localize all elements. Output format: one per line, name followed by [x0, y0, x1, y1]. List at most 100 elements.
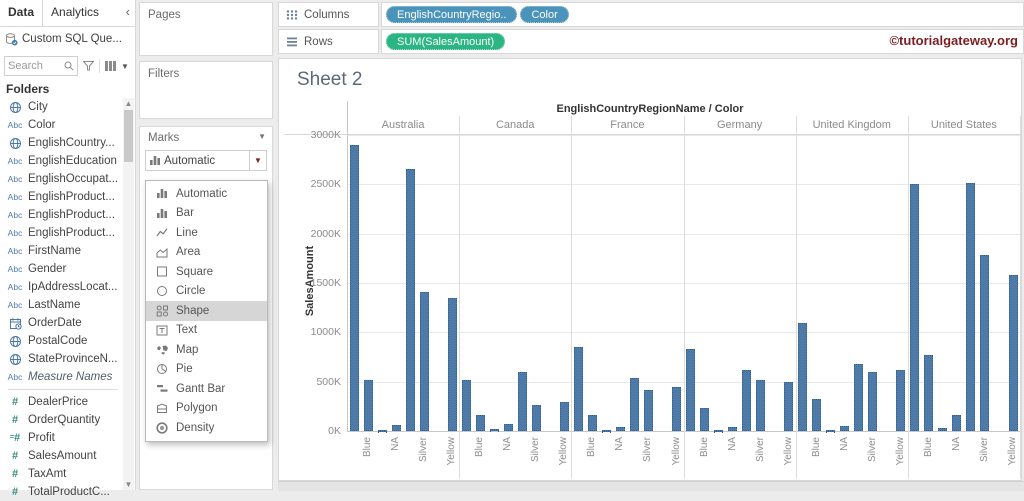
bar-france-red[interactable]: [630, 378, 639, 431]
bar-australia-silver[interactable]: [420, 292, 429, 431]
field-item-firstname[interactable]: AbcFirstName: [0, 242, 122, 260]
field-item-englishcountry-[interactable]: EnglishCountry...: [0, 134, 122, 152]
collapse-pane-icon[interactable]: ‹: [126, 0, 135, 26]
pages-shelf[interactable]: Pages: [139, 2, 273, 56]
field-item-taxamt[interactable]: #TaxAmt: [0, 465, 122, 483]
menu-item-circle[interactable]: Circle: [146, 282, 267, 302]
country-header-australia[interactable]: Australia: [347, 119, 459, 131]
scrollbar-thumb[interactable]: [124, 110, 133, 162]
country-header-united-kingdom[interactable]: United Kingdom: [796, 119, 908, 131]
field-list-scrollbar[interactable]: ▲ ▼: [123, 98, 134, 490]
bar-australia-blue[interactable]: [364, 380, 373, 431]
bar-australia-na[interactable]: [392, 425, 401, 431]
field-item-salesamount[interactable]: #SalesAmount: [0, 447, 122, 465]
field-item-postalcode[interactable]: PostalCode: [0, 332, 122, 350]
bar-france-na[interactable]: [616, 427, 625, 431]
scroll-down-icon[interactable]: ▼: [123, 480, 134, 489]
bar-canada-red[interactable]: [518, 372, 527, 431]
rows-pill-sum-salesamount-[interactable]: SUM(SalesAmount): [386, 33, 505, 50]
marks-collapse-icon[interactable]: ▼: [258, 132, 266, 144]
scroll-up-icon[interactable]: ▲: [123, 99, 134, 108]
bar-france-black[interactable]: [574, 347, 583, 431]
field-item-city[interactable]: City: [0, 98, 122, 116]
bar-canada-na[interactable]: [504, 424, 513, 431]
field-item-orderquantity[interactable]: #OrderQuantity: [0, 411, 122, 429]
field-item-ipaddresslocat-[interactable]: AbcIpAddressLocat...: [0, 278, 122, 296]
field-item-color[interactable]: AbcColor: [0, 116, 122, 134]
field-item-stateprovincen-[interactable]: StateProvinceN...: [0, 350, 122, 368]
menu-item-area[interactable]: Area: [146, 243, 267, 263]
menu-item-square[interactable]: Square: [146, 262, 267, 282]
bar-france-multi[interactable]: [602, 430, 611, 432]
bar-australia-yellow[interactable]: [448, 298, 457, 431]
menu-item-bar[interactable]: Bar: [146, 204, 267, 224]
menu-item-shape[interactable]: Shape: [146, 301, 267, 321]
view-as-grid-icon[interactable]: [104, 60, 117, 72]
bar-germany-blue[interactable]: [700, 408, 709, 431]
bar-united-kingdom-na[interactable]: [840, 426, 849, 431]
bar-united-states-black[interactable]: [910, 184, 919, 431]
bar-australia-red[interactable]: [406, 169, 415, 432]
filter-funnel-icon[interactable]: [82, 60, 95, 72]
bar-united-kingdom-multi[interactable]: [826, 430, 835, 432]
bar-canada-blue[interactable]: [476, 415, 485, 431]
search-input[interactable]: Search: [4, 56, 78, 76]
field-item-englisheducation[interactable]: AbcEnglishEducation: [0, 152, 122, 170]
menu-item-line[interactable]: Line: [146, 223, 267, 243]
datasource-item[interactable]: Custom SQL Que...: [0, 28, 135, 50]
country-header-germany[interactable]: Germany: [684, 119, 796, 131]
country-header-canada[interactable]: Canada: [459, 119, 571, 131]
bar-canada-black[interactable]: [462, 380, 471, 431]
bar-united-states-silver[interactable]: [980, 255, 989, 431]
field-item-lastname[interactable]: AbcLastName: [0, 296, 122, 314]
menu-item-pie[interactable]: Pie: [146, 360, 267, 380]
field-item-profit[interactable]: =#Profit: [0, 429, 122, 447]
bar-germany-silver[interactable]: [756, 380, 765, 431]
field-item-englishproduct-[interactable]: AbcEnglishProduct...: [0, 206, 122, 224]
field-item-englishoccupat-[interactable]: AbcEnglishOccupat...: [0, 170, 122, 188]
bar-australia-multi[interactable]: [378, 430, 387, 432]
field-item-englishproduct-[interactable]: AbcEnglishProduct...: [0, 224, 122, 242]
bar-germany-red[interactable]: [742, 370, 751, 431]
country-header-france[interactable]: France: [571, 119, 683, 131]
columns-shelf[interactable]: EnglishCountryRegio..Color: [381, 2, 1024, 27]
menu-item-density[interactable]: Density: [146, 418, 267, 438]
bar-france-silver[interactable]: [644, 390, 653, 431]
bar-germany-na[interactable]: [728, 427, 737, 431]
bar-united-kingdom-blue[interactable]: [812, 399, 821, 431]
filters-shelf[interactable]: Filters: [139, 61, 273, 119]
bar-canada-silver[interactable]: [532, 405, 541, 431]
bar-germany-multi[interactable]: [714, 430, 723, 432]
bar-united-states-multi[interactable]: [938, 428, 947, 431]
bar-united-kingdom-black[interactable]: [798, 323, 807, 431]
bar-australia-black[interactable]: [350, 145, 359, 431]
bar-germany-black[interactable]: [686, 349, 695, 431]
bar-germany-yellow[interactable]: [784, 382, 793, 431]
bar-canada-multi[interactable]: [490, 429, 499, 432]
tab-analytics[interactable]: Analytics: [43, 0, 107, 26]
bar-united-states-blue[interactable]: [924, 355, 933, 431]
field-item-englishproduct-[interactable]: AbcEnglishProduct...: [0, 188, 122, 206]
field-item-totalproductc-[interactable]: #TotalProductC...: [0, 483, 122, 501]
bar-united-kingdom-yellow[interactable]: [896, 370, 905, 431]
bar-united-kingdom-red[interactable]: [854, 364, 863, 431]
field-item-dealerprice[interactable]: #DealerPrice: [0, 393, 122, 411]
menu-item-text[interactable]: Text: [146, 321, 267, 341]
bar-france-blue[interactable]: [588, 415, 597, 431]
menu-item-polygon[interactable]: Polygon: [146, 399, 267, 419]
field-item-gender[interactable]: AbcGender: [0, 260, 122, 278]
bar-united-kingdom-silver[interactable]: [868, 372, 877, 431]
menu-item-gantt-bar[interactable]: Gantt Bar: [146, 379, 267, 399]
columns-pill-color[interactable]: Color: [520, 6, 568, 23]
columns-pill-englishcountryregio-[interactable]: EnglishCountryRegio..: [386, 6, 517, 23]
country-header-united-states[interactable]: United States: [908, 119, 1020, 131]
bar-canada-yellow[interactable]: [560, 402, 569, 431]
dropdown-arrow-icon[interactable]: ▼: [249, 151, 266, 170]
view-as-caret-icon[interactable]: ▼: [121, 62, 129, 71]
mark-type-dropdown[interactable]: Automatic ▼: [145, 150, 267, 171]
bar-united-states-na[interactable]: [952, 415, 961, 431]
menu-item-automatic[interactable]: Automatic: [146, 184, 267, 204]
field-item-measure-names[interactable]: AbcMeasure Names: [0, 368, 122, 386]
bar-united-states-yellow[interactable]: [1009, 275, 1018, 431]
bar-france-yellow[interactable]: [672, 387, 681, 431]
